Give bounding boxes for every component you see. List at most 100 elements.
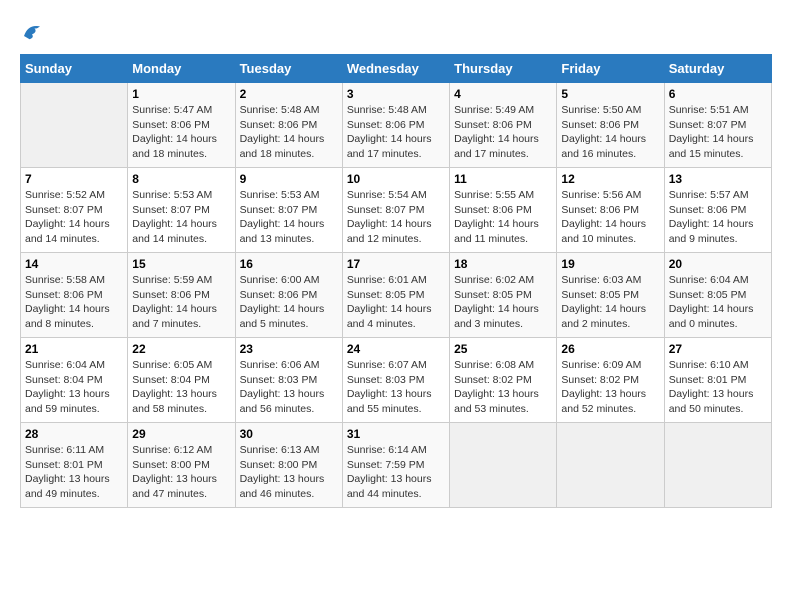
- page-header: [20, 20, 772, 44]
- days-header-row: SundayMondayTuesdayWednesdayThursdayFrid…: [21, 55, 772, 83]
- calendar-cell: 11 Sunrise: 5:55 AM Sunset: 8:06 PM Dayli…: [450, 168, 557, 253]
- calendar-cell: 19 Sunrise: 6:03 AM Sunset: 8:05 PM Dayli…: [557, 253, 664, 338]
- week-row-2: 7Sunrise: 5:52 AM Sunset: 8:07 PM Daylig…: [21, 168, 772, 253]
- day-number: 4: [454, 87, 552, 101]
- day-info: Sunrise: 6:04 AM Sunset: 8:05 PM Dayligh…: [669, 273, 767, 332]
- week-row-1: 1 Sunrise: 5:47 AM Sunset: 8:06 PM Daylig…: [21, 83, 772, 168]
- calendar-cell: 27 Sunrise: 6:10 AM Sunset: 8:01 PM Dayli…: [664, 338, 771, 423]
- header-friday: Friday: [557, 55, 664, 83]
- day-number: 2: [240, 87, 338, 101]
- day-info: Sunrise: 5:53 AM Sunset: 8:07 PM Dayligh…: [132, 188, 230, 247]
- logo-bird-icon: [20, 20, 44, 44]
- header-sunday: Sunday: [21, 55, 128, 83]
- day-number: 13: [669, 172, 767, 186]
- day-number: 29: [132, 427, 230, 441]
- day-info: Sunrise: 5:57 AM Sunset: 8:06 PM Dayligh…: [669, 188, 767, 247]
- day-number: 10: [347, 172, 445, 186]
- calendar-cell: 15 Sunrise: 5:59 AM Sunset: 8:06 PM Dayli…: [128, 253, 235, 338]
- day-number: 5: [561, 87, 659, 101]
- day-info: Sunrise: 5:48 AM Sunset: 8:06 PM Dayligh…: [240, 103, 338, 162]
- calendar-cell: [21, 83, 128, 168]
- day-info: Sunrise: 6:05 AM Sunset: 8:04 PM Dayligh…: [132, 358, 230, 417]
- day-number: 14: [25, 257, 123, 271]
- calendar-cell: 13 Sunrise: 5:57 AM Sunset: 8:06 PM Dayli…: [664, 168, 771, 253]
- day-number: 21: [25, 342, 123, 356]
- calendar-cell: 4 Sunrise: 5:49 AM Sunset: 8:06 PM Daylig…: [450, 83, 557, 168]
- day-info: Sunrise: 5:58 AM Sunset: 8:06 PM Dayligh…: [25, 273, 123, 332]
- calendar-cell: 6 Sunrise: 5:51 AM Sunset: 8:07 PM Daylig…: [664, 83, 771, 168]
- calendar-cell: 22 Sunrise: 6:05 AM Sunset: 8:04 PM Dayli…: [128, 338, 235, 423]
- week-row-5: 28Sunrise: 6:11 AM Sunset: 8:01 PM Dayli…: [21, 423, 772, 508]
- day-info: Sunrise: 6:07 AM Sunset: 8:03 PM Dayligh…: [347, 358, 445, 417]
- day-info: Sunrise: 6:09 AM Sunset: 8:02 PM Dayligh…: [561, 358, 659, 417]
- day-info: Sunrise: 5:59 AM Sunset: 8:06 PM Dayligh…: [132, 273, 230, 332]
- day-number: 31: [347, 427, 445, 441]
- calendar-cell: 14 Sunrise: 5:58 AM Sunset: 8:06 PM Dayli…: [21, 253, 128, 338]
- header-wednesday: Wednesday: [342, 55, 449, 83]
- day-number: 11: [454, 172, 552, 186]
- day-info: Sunrise: 6:12 AM Sunset: 8:00 PM Dayligh…: [132, 443, 230, 502]
- day-info: Sunrise: 5:51 AM Sunset: 8:07 PM Dayligh…: [669, 103, 767, 162]
- header-monday: Monday: [128, 55, 235, 83]
- header-saturday: Saturday: [664, 55, 771, 83]
- day-number: 9: [240, 172, 338, 186]
- calendar-cell: 10 Sunrise: 5:54 AM Sunset: 8:07 PM Dayli…: [342, 168, 449, 253]
- day-number: 6: [669, 87, 767, 101]
- day-info: Sunrise: 6:04 AM Sunset: 8:04 PM Dayligh…: [25, 358, 123, 417]
- day-number: 20: [669, 257, 767, 271]
- day-number: 22: [132, 342, 230, 356]
- day-number: 28: [25, 427, 123, 441]
- day-number: 18: [454, 257, 552, 271]
- calendar-cell: 29 Sunrise: 6:12 AM Sunset: 8:00 PM Dayli…: [128, 423, 235, 508]
- calendar-cell: [557, 423, 664, 508]
- day-number: 27: [669, 342, 767, 356]
- calendar-cell: 28Sunrise: 6:11 AM Sunset: 8:01 PM Dayli…: [21, 423, 128, 508]
- day-number: 17: [347, 257, 445, 271]
- day-number: 19: [561, 257, 659, 271]
- calendar-cell: 30 Sunrise: 6:13 AM Sunset: 8:00 PM Dayli…: [235, 423, 342, 508]
- calendar-cell: 23 Sunrise: 6:06 AM Sunset: 8:03 PM Dayli…: [235, 338, 342, 423]
- calendar-cell: 26 Sunrise: 6:09 AM Sunset: 8:02 PM Dayli…: [557, 338, 664, 423]
- day-number: 12: [561, 172, 659, 186]
- day-number: 15: [132, 257, 230, 271]
- day-info: Sunrise: 6:03 AM Sunset: 8:05 PM Dayligh…: [561, 273, 659, 332]
- day-number: 1: [132, 87, 230, 101]
- calendar-cell: 25 Sunrise: 6:08 AM Sunset: 8:02 PM Dayli…: [450, 338, 557, 423]
- day-info: Sunrise: 6:13 AM Sunset: 8:00 PM Dayligh…: [240, 443, 338, 502]
- header-tuesday: Tuesday: [235, 55, 342, 83]
- week-row-3: 14 Sunrise: 5:58 AM Sunset: 8:06 PM Dayli…: [21, 253, 772, 338]
- week-row-4: 21 Sunrise: 6:04 AM Sunset: 8:04 PM Dayli…: [21, 338, 772, 423]
- day-number: 25: [454, 342, 552, 356]
- day-info: Sunrise: 6:00 AM Sunset: 8:06 PM Dayligh…: [240, 273, 338, 332]
- header-thursday: Thursday: [450, 55, 557, 83]
- calendar-cell: 16 Sunrise: 6:00 AM Sunset: 8:06 PM Dayli…: [235, 253, 342, 338]
- calendar-cell: 17 Sunrise: 6:01 AM Sunset: 8:05 PM Dayli…: [342, 253, 449, 338]
- day-number: 24: [347, 342, 445, 356]
- day-info: Sunrise: 5:56 AM Sunset: 8:06 PM Dayligh…: [561, 188, 659, 247]
- day-number: 30: [240, 427, 338, 441]
- calendar-cell: 9Sunrise: 5:53 AM Sunset: 8:07 PM Daylig…: [235, 168, 342, 253]
- day-info: Sunrise: 6:14 AM Sunset: 7:59 PM Dayligh…: [347, 443, 445, 502]
- day-info: Sunrise: 6:01 AM Sunset: 8:05 PM Dayligh…: [347, 273, 445, 332]
- day-info: Sunrise: 5:47 AM Sunset: 8:06 PM Dayligh…: [132, 103, 230, 162]
- calendar-cell: 8Sunrise: 5:53 AM Sunset: 8:07 PM Daylig…: [128, 168, 235, 253]
- day-info: Sunrise: 6:10 AM Sunset: 8:01 PM Dayligh…: [669, 358, 767, 417]
- day-number: 26: [561, 342, 659, 356]
- day-info: Sunrise: 5:50 AM Sunset: 8:06 PM Dayligh…: [561, 103, 659, 162]
- day-info: Sunrise: 5:54 AM Sunset: 8:07 PM Dayligh…: [347, 188, 445, 247]
- day-info: Sunrise: 5:48 AM Sunset: 8:06 PM Dayligh…: [347, 103, 445, 162]
- calendar-cell: 12 Sunrise: 5:56 AM Sunset: 8:06 PM Dayli…: [557, 168, 664, 253]
- day-info: Sunrise: 6:06 AM Sunset: 8:03 PM Dayligh…: [240, 358, 338, 417]
- calendar-cell: [450, 423, 557, 508]
- day-number: 23: [240, 342, 338, 356]
- day-info: Sunrise: 5:49 AM Sunset: 8:06 PM Dayligh…: [454, 103, 552, 162]
- day-info: Sunrise: 6:08 AM Sunset: 8:02 PM Dayligh…: [454, 358, 552, 417]
- day-number: 3: [347, 87, 445, 101]
- logo: [20, 20, 48, 44]
- day-info: Sunrise: 5:55 AM Sunset: 8:06 PM Dayligh…: [454, 188, 552, 247]
- day-number: 16: [240, 257, 338, 271]
- calendar-cell: 2 Sunrise: 5:48 AM Sunset: 8:06 PM Daylig…: [235, 83, 342, 168]
- calendar-cell: 20 Sunrise: 6:04 AM Sunset: 8:05 PM Dayli…: [664, 253, 771, 338]
- calendar-cell: 31 Sunrise: 6:14 AM Sunset: 7:59 PM Dayli…: [342, 423, 449, 508]
- calendar-cell: 5 Sunrise: 5:50 AM Sunset: 8:06 PM Daylig…: [557, 83, 664, 168]
